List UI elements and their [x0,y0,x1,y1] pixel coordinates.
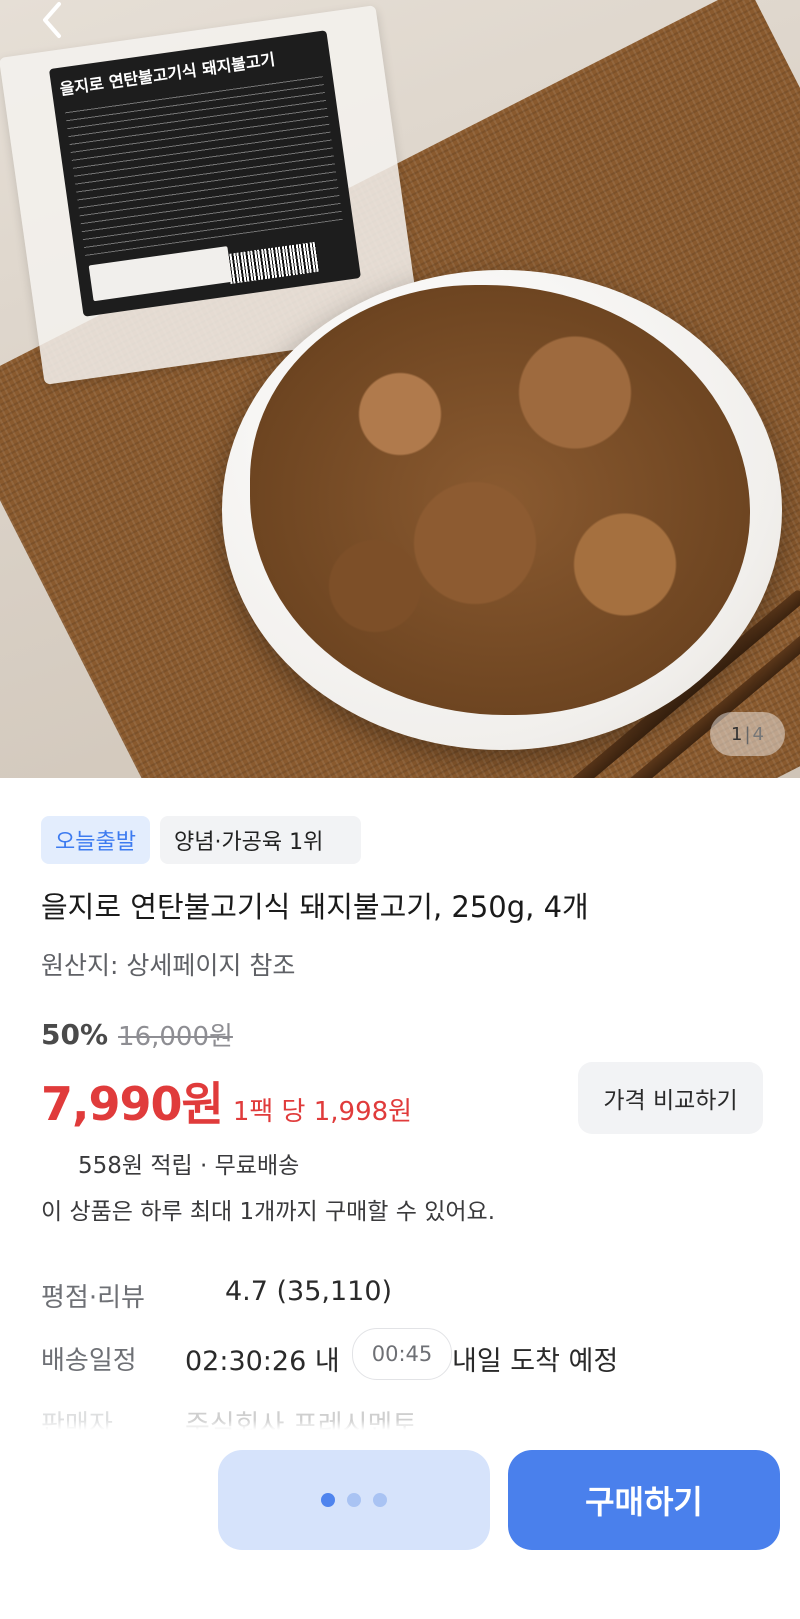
more-dots-icon [321,1493,335,1507]
image-counter-current: 1 [731,723,743,745]
ranking-badge[interactable]: 양념·가공육 1위 [159,816,362,864]
discount-row: 50% 16,000원 [41,1016,233,1053]
price-compare-button[interactable]: 가격 비교하기 [578,1062,763,1134]
image-counter-separator: | [744,723,751,745]
today-ship-badge: 오늘출발 [41,816,150,864]
rating-value[interactable]: 4.7 (35,110) [225,1276,392,1307]
back-button[interactable] [30,0,74,40]
more-dots-icon [373,1493,387,1507]
price-row: 7,990원 1팩 당 1,998원 [41,1068,412,1134]
package-blank-area [88,246,233,302]
product-image[interactable]: 을지로 연탄불고기식 돼지불고기 1 | 4 [0,0,800,778]
image-counter: 1 | 4 [710,712,785,756]
origin-info: 원산지: 상세페이지 참조 [41,951,296,980]
points-shipping-info: 558원 적립 · 무료배송 [78,1153,300,1179]
barcode [226,241,320,285]
discount-rate: 50% [41,1018,109,1051]
rating-label: 평점·리뷰 [41,1283,145,1313]
chevron-left-icon [43,2,61,38]
delivery-time-chip: 00:45 [352,1328,452,1380]
image-counter-total: 4 [752,723,764,745]
delivery-label: 배송일정 [41,1346,137,1376]
buy-button[interactable]: 구매하기 [508,1450,780,1550]
sale-price: 7,990원 [41,1077,224,1131]
package-nutrition-text [64,71,343,256]
package-label: 을지로 연탄불고기식 돼지불고기 [48,30,361,317]
more-dots-icon [347,1493,361,1507]
unit-price: 1팩 당 1,998원 [232,1097,413,1127]
purchase-limit-notice: 이 상품은 하루 최대 1개까지 구매할 수 있어요. [41,1199,496,1225]
more-options-button[interactable] [218,1450,490,1550]
product-title: 을지로 연탄불고기식 돼지불고기, 250g, 4개 [41,890,589,924]
badge-row: 오늘출발 양념·가공육 1위 [41,816,362,864]
original-price: 16,000원 [118,1022,233,1052]
delivery-eta: 내일 도착 예정 [452,1346,619,1377]
delivery-countdown: 02:30:26 내 [185,1346,340,1377]
